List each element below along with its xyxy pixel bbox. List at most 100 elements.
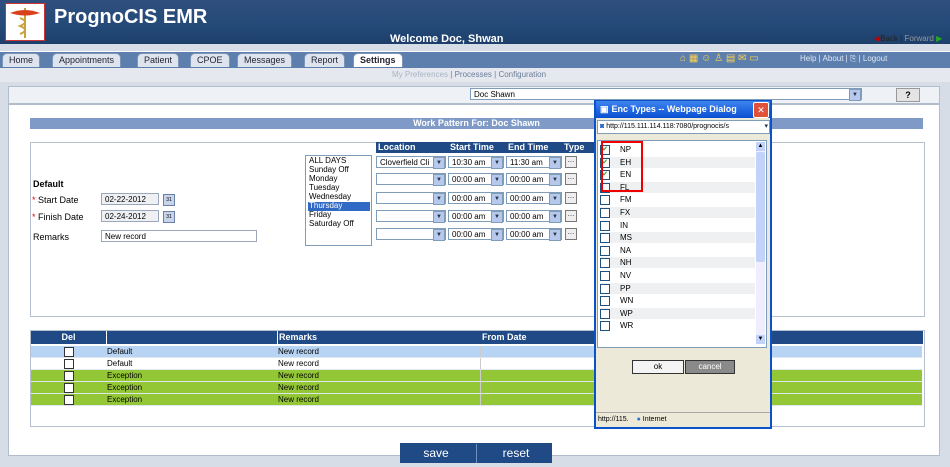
back-link[interactable]: ◀Back | Forward ▶ [874, 34, 942, 43]
delete-checkbox[interactable] [64, 371, 74, 381]
home-icon[interactable]: ⌂ [680, 53, 686, 64]
end-time-select[interactable]: 00:00 am ▼ [506, 228, 562, 241]
table-row[interactable]: Default New record [31, 346, 922, 358]
forward-link[interactable]: Forward [904, 34, 933, 43]
clipboard-icon[interactable]: ▤ [726, 53, 735, 64]
provider-select[interactable]: Doc Shawn ▼ [470, 88, 862, 101]
day-list[interactable]: ALL DAYS Sunday Off Monday Tuesday Wedne… [305, 155, 372, 246]
enc-type-item[interactable]: NA [600, 244, 755, 256]
tab-home[interactable]: Home [2, 53, 41, 67]
day-item[interactable]: Saturday Off [308, 219, 370, 229]
enc-type-item[interactable]: WR [600, 320, 755, 332]
mail-icon[interactable]: ✉ [738, 53, 746, 64]
start-date-input[interactable]: 02-22-2012 [101, 193, 159, 205]
enc-checkbox[interactable] [600, 195, 610, 206]
tab-cpoe[interactable]: CPOE [190, 53, 230, 67]
start-time-select[interactable]: 00:00 am ▼ [448, 210, 504, 223]
remarks-input[interactable]: New record [101, 230, 257, 242]
enc-checkbox[interactable] [600, 321, 610, 332]
location-select[interactable]: ▼ [376, 192, 446, 205]
configuration-link[interactable]: Configuration [498, 70, 546, 79]
calendar-icon[interactable]: 31 [163, 194, 175, 206]
enc-checkbox[interactable] [600, 271, 610, 281]
type-picker-button[interactable]: … [565, 192, 577, 204]
end-time-select[interactable]: 00:00 am ▼ [506, 192, 562, 205]
type-picker-button[interactable]: … [565, 210, 577, 222]
chevron-down-icon: ▾ [764, 123, 768, 130]
enc-type-item[interactable]: MS [600, 232, 755, 244]
help-button[interactable]: ? [896, 88, 920, 102]
start-time-select[interactable]: 00:00 am ▼ [448, 192, 504, 205]
toolbar-icons[interactable]: ⌂ ▦ ☺ ♙ ▤ ✉ ▭ [680, 53, 759, 64]
scroll-up-icon[interactable]: ▲ [756, 142, 765, 151]
end-time-select[interactable]: 00:00 am ▼ [506, 173, 562, 186]
tab-settings[interactable]: Settings [353, 53, 403, 67]
processes-link[interactable]: Processes [455, 70, 492, 79]
enc-type-item[interactable]: NH [600, 257, 755, 269]
scroll-thumb[interactable] [756, 152, 765, 262]
end-time-select[interactable]: 11:30 am ▼ [506, 156, 562, 169]
save-button[interactable]: save [404, 444, 468, 463]
enc-checkbox[interactable] [600, 233, 610, 244]
enc-type-item[interactable]: IN [600, 219, 755, 231]
enc-type-item[interactable]: FM [600, 194, 755, 206]
location-select[interactable]: Cloverfield Cli ▼ [376, 156, 446, 169]
end-time-select[interactable]: 00:00 am ▼ [506, 210, 562, 223]
enc-checkbox[interactable] [600, 308, 610, 319]
tab-appointments[interactable]: Appointments [52, 53, 122, 67]
delete-checkbox[interactable] [64, 395, 74, 405]
tab-messages[interactable]: Messages [237, 53, 293, 67]
folder-icon[interactable]: ▭ [749, 53, 758, 64]
ok-button[interactable]: ok [632, 360, 684, 374]
enc-checkbox[interactable] [600, 208, 610, 218]
table-row[interactable]: Exception New record [31, 382, 922, 394]
table-row[interactable]: Exception New record [31, 370, 922, 382]
type-picker-button[interactable]: … [565, 173, 577, 185]
dialog-address-bar[interactable]: ◙ http://115.111.114.118:7080/prognocis/s… [597, 120, 770, 134]
chevron-down-icon: ▼ [433, 193, 445, 205]
enc-checkbox[interactable] [600, 220, 610, 231]
col-divider [480, 358, 481, 369]
scrollbar[interactable]: ▲ ▼ [756, 142, 765, 344]
type-picker-button[interactable]: … [565, 228, 577, 240]
enc-checkbox[interactable] [600, 245, 610, 256]
enc-checkbox[interactable] [600, 258, 610, 269]
delete-checkbox[interactable] [64, 347, 74, 357]
tab-patient[interactable]: Patient [137, 53, 180, 67]
start-time-select[interactable]: 00:00 am ▼ [448, 173, 504, 186]
enc-checkbox[interactable] [600, 283, 610, 294]
person-icon[interactable]: ♙ [714, 53, 723, 64]
table-row[interactable]: Default New record [31, 358, 922, 370]
cancel-button[interactable]: cancel [685, 360, 735, 374]
enc-type-item[interactable]: WP [600, 307, 755, 319]
calendar-icon[interactable]: 31 [163, 211, 175, 223]
chevron-down-icon: ▼ [549, 229, 561, 241]
type-picker-button[interactable]: … [565, 156, 577, 168]
location-select[interactable]: ▼ [376, 228, 446, 241]
scroll-down-icon[interactable]: ▼ [756, 335, 765, 344]
my-preferences-link[interactable]: My Preferences [392, 70, 448, 79]
start-time-select[interactable]: 00:00 am ▼ [448, 228, 504, 241]
ie-page-icon: ▣ [600, 104, 609, 114]
enc-type-item[interactable]: WN [600, 295, 755, 307]
location-select[interactable]: ▼ [376, 210, 446, 223]
building-icon[interactable]: ▦ [689, 53, 698, 64]
enc-type-item[interactable]: PP [600, 282, 755, 294]
dialog-title-bar[interactable]: ▣ Enc Types -- Webpage Dialog [596, 101, 770, 118]
top-links[interactable]: Help | About | ⎘ | Logout [800, 54, 887, 64]
reset-button[interactable]: reset [484, 444, 548, 463]
delete-checkbox[interactable] [64, 359, 74, 369]
enc-type-item[interactable]: FX [600, 207, 755, 218]
close-icon[interactable]: ✕ [753, 102, 769, 118]
finish-date-input[interactable]: 02-24-2012 [101, 210, 159, 222]
delete-checkbox[interactable] [64, 383, 74, 393]
location-select[interactable]: ▼ [376, 173, 446, 186]
table-row[interactable]: Exception New record [31, 394, 922, 406]
tab-report[interactable]: Report [304, 53, 346, 67]
enc-code: PP [620, 283, 631, 293]
enc-code: IN [620, 220, 628, 230]
enc-checkbox[interactable] [600, 296, 610, 307]
start-time-select[interactable]: 10:30 am ▼ [448, 156, 504, 169]
enc-type-item[interactable]: NV [600, 270, 755, 281]
user-icon[interactable]: ☺ [701, 53, 711, 64]
